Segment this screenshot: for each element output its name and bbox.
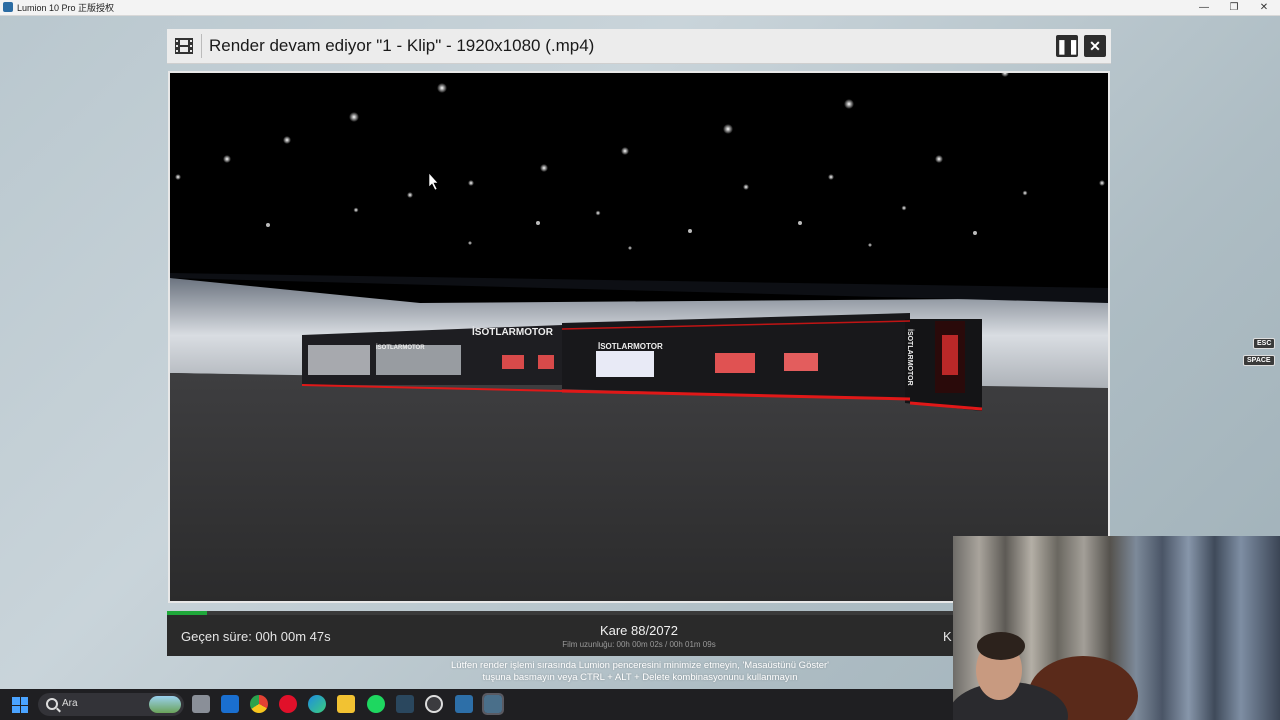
pause-button[interactable]: ❚❚ bbox=[1056, 35, 1079, 57]
app-3-icon[interactable] bbox=[455, 695, 473, 713]
chrome-icon[interactable] bbox=[250, 695, 268, 713]
warning-line-2: tuşuna basmayın veya CTRL + ALT + Delete… bbox=[482, 672, 798, 683]
render-warning: Lütfen render işlemi sırasında Lumion pe… bbox=[330, 660, 950, 684]
obs-icon[interactable] bbox=[425, 695, 443, 713]
search-placeholder: Ara bbox=[62, 698, 78, 709]
window-close-button[interactable]: ✕ bbox=[1249, 0, 1279, 15]
search-highlight-image bbox=[149, 696, 181, 713]
film-strip-icon bbox=[175, 38, 193, 54]
os-title-bar: Lumion 10 Pro 正版授权 — ❐ ✕ bbox=[0, 0, 1280, 16]
esc-key-hint: ESC bbox=[1253, 338, 1276, 349]
remaining-time-partial: K bbox=[943, 629, 952, 644]
render-preview-image: İSOTLARMOTOR İSOTLARMOTOR İSOTLARMOTOR İ… bbox=[170, 73, 1108, 601]
lumion-icon[interactable] bbox=[482, 693, 504, 715]
stand-brand-top: İSOTLARMOTOR bbox=[472, 325, 554, 338]
file-explorer-icon[interactable] bbox=[337, 695, 355, 713]
outlook-icon[interactable] bbox=[221, 695, 239, 713]
window-title: Lumion 10 Pro 正版授权 bbox=[17, 3, 115, 13]
stand-brand-vertical: İSOTLARMOTOR bbox=[906, 329, 914, 386]
spotify-icon[interactable] bbox=[367, 695, 385, 713]
render-title: Render devam ediyor "1 - Klip" - 1920x10… bbox=[209, 36, 595, 55]
space-key-hint: SPACE bbox=[1243, 355, 1275, 366]
search-icon bbox=[46, 698, 58, 710]
stand-brand-left: İSOTLARMOTOR bbox=[376, 344, 425, 351]
close-button[interactable]: ✕ bbox=[1084, 35, 1106, 57]
minimize-button[interactable]: — bbox=[1189, 0, 1219, 15]
lumion-app-icon bbox=[3, 2, 13, 12]
taskbar-search[interactable]: Ara bbox=[38, 693, 184, 716]
edge-icon[interactable] bbox=[308, 695, 326, 713]
task-view-icon[interactable] bbox=[192, 695, 210, 713]
steam-icon[interactable] bbox=[396, 695, 414, 713]
render-dialog-header: Render devam ediyor "1 - Klip" - 1920x10… bbox=[167, 29, 1111, 64]
header-divider bbox=[201, 34, 202, 58]
taskbar: Ara bbox=[0, 689, 953, 720]
start-button[interactable] bbox=[12, 697, 28, 713]
warning-line-1: Lütfen render işlemi sırasında Lumion pe… bbox=[451, 660, 829, 671]
render-preview: İSOTLARMOTOR İSOTLARMOTOR İSOTLARMOTOR İ… bbox=[168, 71, 1110, 603]
opera-icon[interactable] bbox=[279, 695, 297, 713]
webcam-overlay bbox=[953, 536, 1280, 720]
maximize-button[interactable]: ❐ bbox=[1219, 0, 1249, 15]
stand-brand-center: İSOTLARMOTOR bbox=[598, 342, 663, 351]
webcam-video bbox=[953, 536, 1280, 720]
